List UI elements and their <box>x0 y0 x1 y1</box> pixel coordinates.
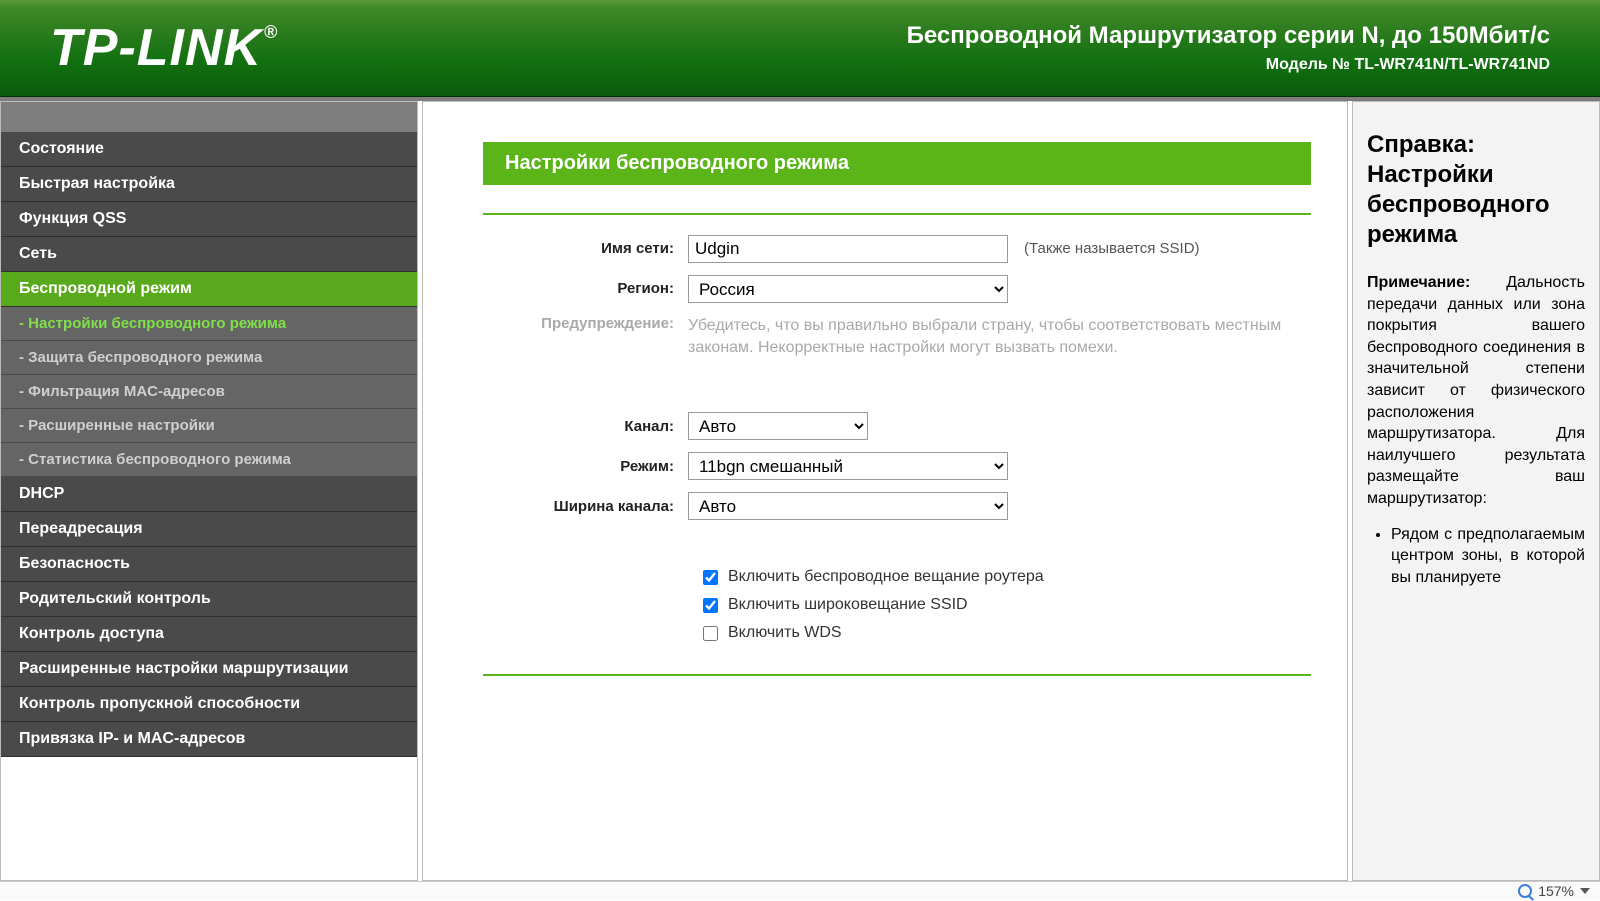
help-panel: Справка: Настройки беспроводного режима … <box>1353 102 1599 738</box>
zoom-value[interactable]: 157% <box>1538 883 1574 899</box>
nav: Состояние Быстрая настройка Функция QSS … <box>1 102 417 757</box>
row-channel: Канал: Авто <box>483 412 1311 440</box>
mode-label: Режим: <box>483 458 688 475</box>
nav-item-forwarding[interactable]: Переадресация <box>1 512 417 547</box>
help-bullet: Рядом с предполагаемым центром зоны, в к… <box>1391 524 1585 589</box>
nav-sub-advanced[interactable]: - Расширенные настройки <box>1 409 417 443</box>
nav-item-routing[interactable]: Расширенные настройки маршрутизации <box>1 652 417 687</box>
nav-sub-stats[interactable]: - Статистика беспроводного режима <box>1 443 417 477</box>
nav-sub-wireless-security[interactable]: - Защита беспроводного режима <box>1 341 417 375</box>
registered-mark: ® <box>264 22 278 43</box>
channel-select[interactable]: Авто <box>688 412 868 440</box>
row-enable-wds: Включить WDS <box>703 624 1311 642</box>
section-divider-bottom <box>483 674 1311 676</box>
warning-text: Убедитесь, что вы правильно выбрали стра… <box>688 315 1311 358</box>
nav-item-dhcp[interactable]: DHCP <box>1 477 417 512</box>
width-select[interactable]: Авто <box>688 492 1008 520</box>
nav-item-security[interactable]: Безопасность <box>1 547 417 582</box>
enable-wds-label: Включить WDS <box>728 624 842 642</box>
nav-item-wireless[interactable]: Беспроводной режим <box>1 272 417 307</box>
nav-item-bandwidth[interactable]: Контроль пропускной способности <box>1 687 417 722</box>
brand-logo: TP-LINK ® <box>50 18 278 78</box>
nav-item-qss[interactable]: Функция QSS <box>1 202 417 237</box>
row-enable-radio: Включить беспроводное вещание роутера <box>703 568 1311 586</box>
help-note-label: Примечание: <box>1367 274 1470 291</box>
nav-item-ipmac[interactable]: Привязка IP- и MAC-адресов <box>1 722 417 757</box>
warning-label: Предупреждение: <box>483 315 688 332</box>
help-note-text: Дальность передачи данных или зона покры… <box>1367 274 1585 507</box>
content-frame: Настройки беспроводного режима Имя сети:… <box>422 101 1348 881</box>
enable-wds-checkbox[interactable] <box>703 626 718 641</box>
row-width: Ширина канала: Авто <box>483 492 1311 520</box>
help-bullets: Рядом с предполагаемым центром зоны, в к… <box>1391 524 1585 589</box>
ssid-hint: (Также называется SSID) <box>1024 240 1200 257</box>
brand-text: TP-LINK <box>50 18 262 78</box>
width-label: Ширина канала: <box>483 498 688 515</box>
section-divider <box>483 213 1311 215</box>
section-title: Настройки беспроводного режима <box>483 142 1311 185</box>
row-warning: Предупреждение: Убедитесь, что вы правил… <box>483 315 1311 358</box>
nav-item-access[interactable]: Контроль доступа <box>1 617 417 652</box>
nav-frame: Состояние Быстрая настройка Функция QSS … <box>0 101 418 881</box>
status-bar: 157% <box>0 881 1600 900</box>
help-title: Справка: Настройки беспроводного режима <box>1367 130 1585 250</box>
nav-spacer <box>1 102 417 132</box>
help-scroll[interactable]: Справка: Настройки беспроводного режима … <box>1353 102 1599 880</box>
zoom-dropdown-icon[interactable] <box>1580 888 1590 894</box>
ssid-label: Имя сети: <box>483 240 688 257</box>
row-ssid: Имя сети: (Также называется SSID) <box>483 235 1311 263</box>
enable-radio-label: Включить беспроводное вещание роутера <box>728 568 1044 586</box>
enable-ssid-checkbox[interactable] <box>703 598 718 613</box>
row-mode: Режим: 11bgn смешанный <box>483 452 1311 480</box>
zoom-icon[interactable] <box>1518 884 1532 898</box>
header-titles: Беспроводной Маршрутизатор серии N, до 1… <box>907 22 1550 74</box>
content-scroll[interactable]: Настройки беспроводного режима Имя сети:… <box>423 102 1347 880</box>
help-body: Примечание: Дальность передачи данных ил… <box>1367 272 1585 588</box>
channel-label: Канал: <box>483 418 688 435</box>
nav-sub-mac-filter[interactable]: - Фильтрация MAC-адресов <box>1 375 417 409</box>
wireless-settings-form: Настройки беспроводного режима Имя сети:… <box>423 102 1347 880</box>
nav-scroll[interactable]: Состояние Быстрая настройка Функция QSS … <box>1 102 417 880</box>
help-frame: Справка: Настройки беспроводного режима … <box>1352 101 1600 881</box>
enable-ssid-label: Включить широковещание SSID <box>728 596 968 614</box>
content-columns: Состояние Быстрая настройка Функция QSS … <box>0 97 1600 881</box>
enable-radio-checkbox[interactable] <box>703 570 718 585</box>
nav-item-quicksetup[interactable]: Быстрая настройка <box>1 167 417 202</box>
region-label: Регион: <box>483 280 688 297</box>
row-region: Регион: Россия <box>483 275 1311 303</box>
nav-sub-wireless-settings[interactable]: - Настройки беспроводного режима <box>1 307 417 341</box>
region-select[interactable]: Россия <box>688 275 1008 303</box>
mode-select[interactable]: 11bgn смешанный <box>688 452 1008 480</box>
nav-item-status[interactable]: Состояние <box>1 132 417 167</box>
ssid-input[interactable] <box>688 235 1008 263</box>
product-model: Модель № TL-WR741N/TL-WR741ND <box>907 56 1550 74</box>
row-enable-ssid: Включить широковещание SSID <box>703 596 1311 614</box>
product-title: Беспроводной Маршрутизатор серии N, до 1… <box>907 22 1550 50</box>
header: TP-LINK ® Беспроводной Маршрутизатор сер… <box>0 0 1600 97</box>
nav-item-parental[interactable]: Родительский контроль <box>1 582 417 617</box>
nav-item-network[interactable]: Сеть <box>1 237 417 272</box>
